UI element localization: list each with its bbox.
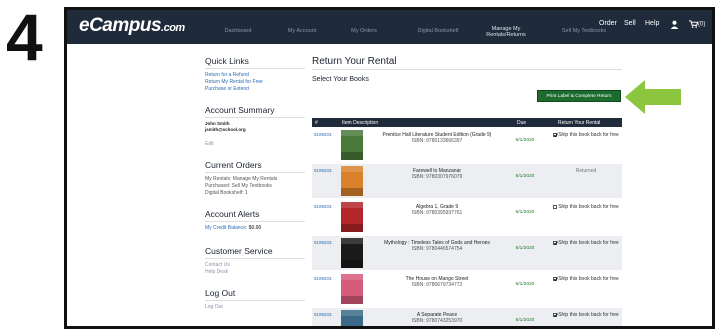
due-date: 6/1/2020	[515, 318, 535, 323]
green-arrow-icon	[625, 80, 681, 114]
book-cover-image	[341, 202, 363, 232]
step-number: 4	[6, 0, 43, 74]
return-rental-free-link[interactable]: Return My Rental for Free	[205, 79, 305, 86]
book-isbn: ISBN: 9780743253970	[411, 318, 463, 324]
browser-frame: eCampus.com Dashboard My Account My Orde…	[64, 7, 715, 329]
page-subtitle: Select Your Books	[312, 76, 369, 83]
col-due-header: Due	[517, 120, 527, 126]
col-return-header: Return Your Rental	[558, 120, 601, 126]
book-isbn: ISBN: 9780307976079	[411, 174, 463, 180]
ship-back-label: Ship this book back for free	[558, 132, 619, 138]
nav-manage-rentals[interactable]: Manage My Rentals/Returns	[481, 26, 531, 38]
ship-back-label: Ship this book back for free	[558, 204, 619, 210]
ship-back-label: Ship this book back for free	[558, 240, 619, 246]
quick-links-heading: Quick Links	[205, 56, 305, 69]
purchase-extend-link[interactable]: Purchase or Extend	[205, 86, 305, 93]
rentals-table-header: # Item Description Due Return Your Renta…	[312, 118, 622, 127]
print-label-button[interactable]: Print Label & Complete Return	[537, 90, 621, 102]
ship-back-label: Ship this book back for free	[558, 276, 619, 282]
item-description: Algebra 1, Grade 9 ISBN: 9780395937761	[372, 204, 502, 216]
due-date: 6/1/2020	[515, 138, 535, 143]
table-row: 8199203 Prentice Hall Literature Student …	[312, 128, 622, 162]
book-isbn: ISBN: 9780446574754	[411, 246, 463, 252]
contact-us-link[interactable]: Contact Us	[205, 262, 305, 269]
returned-status: Returned	[575, 168, 597, 174]
ship-back-checkbox[interactable]: Ship this book back for free	[552, 312, 620, 318]
order-number-link[interactable]: 8199203	[314, 168, 332, 173]
ship-back-checkbox[interactable]: Ship this book back for free	[552, 276, 620, 282]
book-cover-image	[341, 238, 363, 268]
table-row: 8199203 Mythology : Timeless Tales of God…	[312, 236, 622, 270]
my-rentals-line[interactable]: My Rentals: Manage My Rentals	[205, 176, 305, 183]
book-isbn: ISBN: 9780395937761	[411, 210, 463, 216]
checkbox-checked-icon[interactable]	[553, 132, 558, 137]
item-description: The House on Mango Street ISBN: 978067973…	[372, 276, 502, 288]
nav-sell-textbooks[interactable]: Sell My Textbooks	[555, 28, 613, 34]
ecampus-logo[interactable]: eCampus.com	[79, 15, 185, 37]
checkbox-checked-icon[interactable]	[553, 276, 558, 281]
digital-bookshelf-line[interactable]: Digital Bookshelf: 1	[205, 190, 305, 197]
account-sidebar: Quick Links Return for a Refund Return M…	[205, 56, 305, 311]
item-description: Mythology : Timeless Tales of Gods and H…	[372, 240, 502, 252]
order-number-link[interactable]: 8199203	[314, 312, 332, 317]
credit-balance: My Credit Balance: $0.00	[205, 225, 262, 231]
return-for-refund-link[interactable]: Return for a Refund	[205, 72, 305, 79]
sell-link[interactable]: Sell	[624, 20, 636, 27]
nav-dashboard[interactable]: Dashboard	[213, 28, 263, 34]
log-out-link[interactable]: Log Out	[205, 304, 305, 311]
cart-button[interactable]: (0)	[689, 20, 705, 28]
account-email: jsmith@school.org	[205, 127, 246, 132]
user-icon[interactable]	[670, 20, 679, 29]
checkbox-checked-icon[interactable]	[553, 240, 558, 245]
cart-count: (0)	[698, 21, 706, 28]
checkbox-empty-icon[interactable]	[553, 204, 558, 209]
book-cover-image	[341, 310, 363, 326]
page-title: Return Your Rental	[312, 56, 622, 70]
account-alerts-heading: Account Alerts	[205, 209, 305, 222]
help-link[interactable]: Help	[645, 20, 659, 27]
customer-service-heading: Customer Service	[205, 246, 305, 259]
table-row: 8199203 A Separate Peace ISBN: 97807432539…	[312, 308, 622, 326]
due-date: 6/1/2020	[515, 282, 535, 287]
nav-digital-bookshelf[interactable]: Digital Bookshelf	[407, 28, 469, 34]
ship-back-label: Ship this book back for free	[558, 312, 619, 318]
top-navigation-bar: eCampus.com Dashboard My Account My Orde…	[67, 10, 712, 44]
table-row: 8199203 Farewell to Manzanar ISBN: 9780307…	[312, 164, 622, 198]
edit-account-link[interactable]: Edit	[205, 141, 305, 148]
item-description: A Separate Peace ISBN: 9780743253970	[372, 312, 502, 324]
due-date: 6/1/2020	[515, 210, 535, 215]
order-number-link[interactable]: 8199203	[314, 240, 332, 245]
book-isbn: ISBN: 9780133666397	[411, 138, 463, 144]
due-date: 6/1/2020	[515, 174, 535, 179]
ship-back-checkbox[interactable]: Ship this book back for free	[552, 204, 620, 210]
purchased-line[interactable]: Purchased: Sell My Textbooks	[205, 183, 305, 190]
book-cover-image	[341, 130, 363, 160]
table-row: 8199203 The House on Mango Street ISBN: 97…	[312, 272, 622, 306]
ship-back-checkbox[interactable]: Ship this book back for free	[552, 240, 620, 246]
col-number-header: #	[315, 120, 318, 126]
table-row: 8199203 Algebra 1, Grade 9 ISBN: 978039593…	[312, 200, 622, 234]
checkbox-checked-icon[interactable]	[553, 312, 558, 317]
main-content: Return Your Rental Select Your Books	[312, 56, 622, 83]
nav-my-account[interactable]: My Account	[277, 28, 327, 34]
order-number-link[interactable]: 8199203	[314, 132, 332, 137]
book-cover-image	[341, 166, 363, 196]
help-desk-link[interactable]: Help Desk	[205, 269, 305, 276]
order-number-link[interactable]: 8199203	[314, 204, 332, 209]
log-out-heading: Log Out	[205, 288, 305, 301]
account-summary-heading: Account Summary	[205, 105, 305, 118]
item-description: Farewell to Manzanar ISBN: 9780307976079	[372, 168, 502, 180]
order-link[interactable]: Order	[599, 20, 617, 27]
item-description: Prentice Hall Literature Student Edition…	[372, 132, 502, 144]
book-cover-image	[341, 274, 363, 304]
current-orders-heading: Current Orders	[205, 160, 305, 173]
order-number-link[interactable]: 8199203	[314, 276, 332, 281]
ship-back-checkbox[interactable]: Ship this book back for free	[552, 132, 620, 138]
cart-icon	[689, 20, 699, 28]
col-description-header: Item Description	[342, 120, 379, 126]
nav-my-orders[interactable]: My Orders	[339, 28, 389, 34]
due-date: 6/1/2020	[515, 246, 535, 251]
book-isbn: ISBN: 9780679734772	[411, 282, 463, 288]
